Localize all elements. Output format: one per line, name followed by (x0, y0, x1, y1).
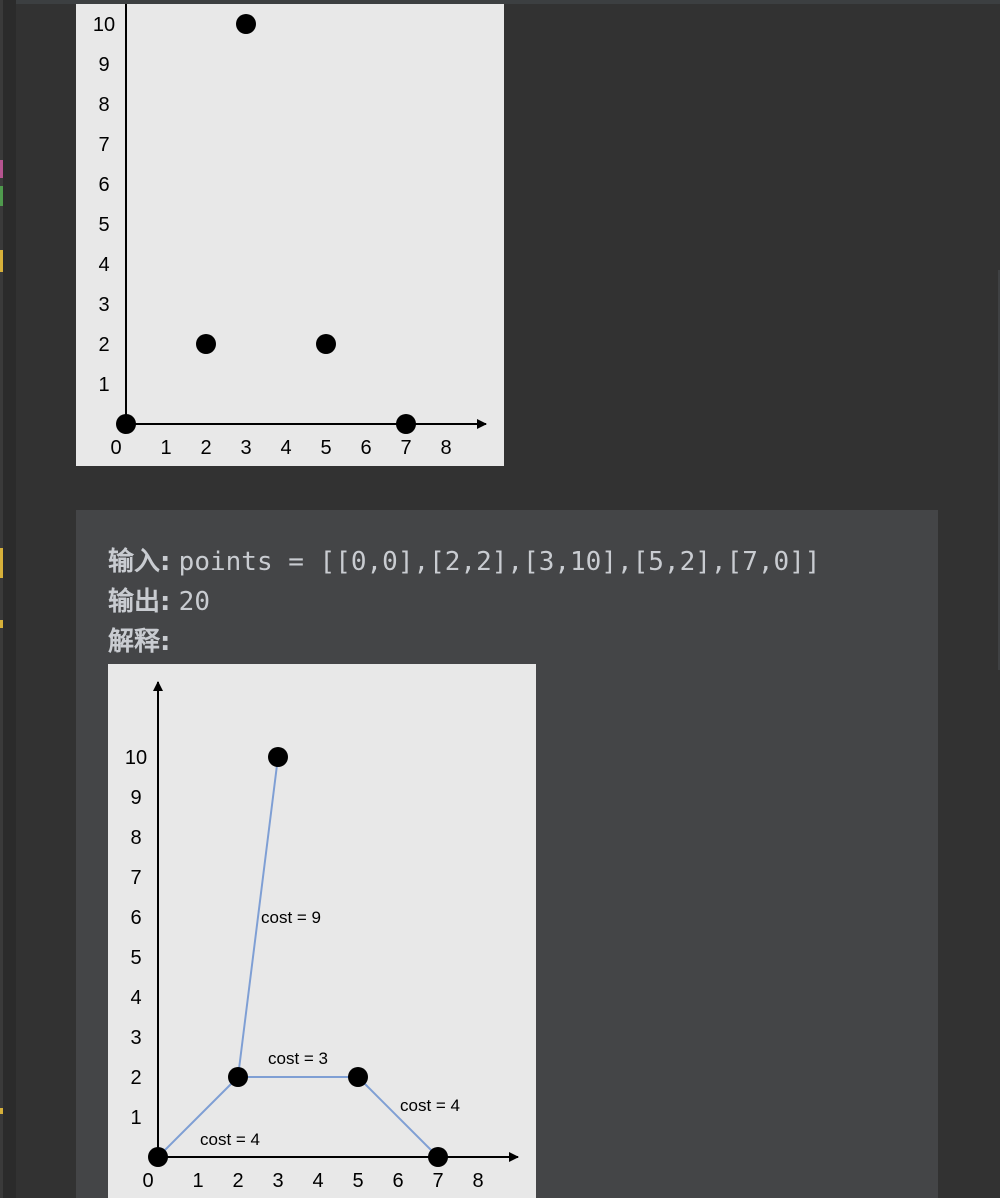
example-output-line: 输出: 20 (108, 582, 210, 622)
bottom-x-tick-label: 4 (312, 1170, 323, 1192)
points-figure-top: 0 1 2 3 4 5 6 7 8 1 2 3 4 5 6 7 8 9 10 (76, 4, 504, 466)
gutter-change-marker (0, 620, 3, 628)
bottom-data-point (148, 1147, 168, 1167)
bottom-cost-label: cost = 4 (200, 1130, 260, 1149)
top-x-tick-label: 0 (110, 437, 121, 459)
top-y-tick-label: 8 (98, 94, 109, 116)
top-y-tick-label: 5 (98, 214, 109, 236)
bottom-y-tick-label: 4 (130, 987, 141, 1009)
bottom-cost-label: cost = 3 (268, 1049, 328, 1068)
bottom-data-point (348, 1067, 368, 1087)
bottom-data-point (228, 1067, 248, 1087)
bottom-x-tick-label: 6 (392, 1170, 403, 1192)
gutter-change-marker (0, 548, 3, 578)
points-plot-top: 0 1 2 3 4 5 6 7 8 1 2 3 4 5 6 7 8 9 10 (93, 4, 487, 459)
top-y-tick-label: 7 (98, 134, 109, 156)
gutter-change-marker (0, 186, 3, 206)
bottom-x-tick-label: 5 (352, 1170, 363, 1192)
example-block: 输入: points = [[0,0],[2,2],[3,10],[5,2],[… (76, 510, 938, 1198)
example-explanation-line: 解释: (108, 622, 170, 662)
input-value: points = [[0,0],[2,2],[3,10],[5,2],[7,0]… (178, 547, 821, 577)
bottom-y-tick-label: 3 (130, 1027, 141, 1049)
bottom-y-tick-label: 9 (130, 787, 141, 809)
output-label: 输出: (108, 587, 171, 617)
bottom-data-point (268, 747, 288, 767)
bottom-y-tick-label: 5 (130, 947, 141, 969)
top-x-tick-label: 7 (400, 437, 411, 459)
bottom-x-tick-label: 2 (232, 1170, 243, 1192)
bottom-data-point (428, 1147, 448, 1167)
bottom-cost-label: cost = 9 (261, 908, 321, 927)
bottom-y-tick-label: 7 (130, 867, 141, 889)
top-x-tick-label: 3 (240, 437, 251, 459)
top-y-tick-label: 1 (98, 374, 109, 396)
top-y-tick-label: 6 (98, 174, 109, 196)
top-y-tick-label: 3 (98, 294, 109, 316)
example-input-line: 输入: points = [[0,0],[2,2],[3,10],[5,2],[… (108, 542, 820, 582)
points-plot-bottom: 0 1 2 3 4 5 6 7 8 1 2 3 4 5 6 7 8 9 10 cost = 4 cost = 9 cost… (125, 681, 519, 1192)
bottom-y-tick-label: 10 (125, 747, 147, 769)
top-data-point (196, 334, 216, 354)
top-y-tick-label: 9 (98, 54, 109, 76)
bottom-y-tick-label: 2 (130, 1067, 141, 1089)
gutter-strip (0, 0, 3, 1198)
bottom-y-tick-label: 6 (130, 907, 141, 929)
top-y-tick-label: 4 (98, 254, 109, 276)
top-y-tick-label: 2 (98, 334, 109, 356)
points-figure-bottom: 0 1 2 3 4 5 6 7 8 1 2 3 4 5 6 7 8 9 10 cost = 4 cost = 9 cost… (108, 664, 536, 1198)
bottom-cost-label: cost = 4 (400, 1096, 460, 1115)
editor-gutter (0, 0, 16, 1198)
gutter-change-marker (0, 160, 3, 178)
top-x-tick-label: 8 (440, 437, 451, 459)
bottom-edge-line (357, 1076, 439, 1158)
gutter-change-marker (0, 1108, 3, 1114)
top-y-tick-label: 10 (93, 14, 115, 36)
top-x-tick-label: 2 (200, 437, 211, 459)
bottom-x-tick-label: 0 (142, 1170, 153, 1192)
top-data-point (316, 334, 336, 354)
bottom-x-tick-label: 1 (192, 1170, 203, 1192)
top-x-tick-label: 6 (360, 437, 371, 459)
output-value: 20 (178, 587, 210, 617)
top-x-tick-label: 5 (320, 437, 331, 459)
top-data-point (396, 414, 416, 434)
bottom-x-tick-label: 8 (472, 1170, 483, 1192)
top-data-point (116, 414, 136, 434)
bottom-y-tick-label: 1 (130, 1107, 141, 1129)
bottom-y-tick-label: 8 (130, 827, 141, 849)
top-data-point (236, 14, 256, 34)
input-label: 输入: (108, 547, 171, 577)
bottom-x-tick-label: 7 (432, 1170, 443, 1192)
gutter-change-marker (0, 250, 3, 272)
bottom-x-tick-label: 3 (272, 1170, 283, 1192)
top-x-tick-label: 4 (280, 437, 291, 459)
top-x-tick-label: 1 (160, 437, 171, 459)
explanation-label: 解释: (108, 627, 171, 657)
